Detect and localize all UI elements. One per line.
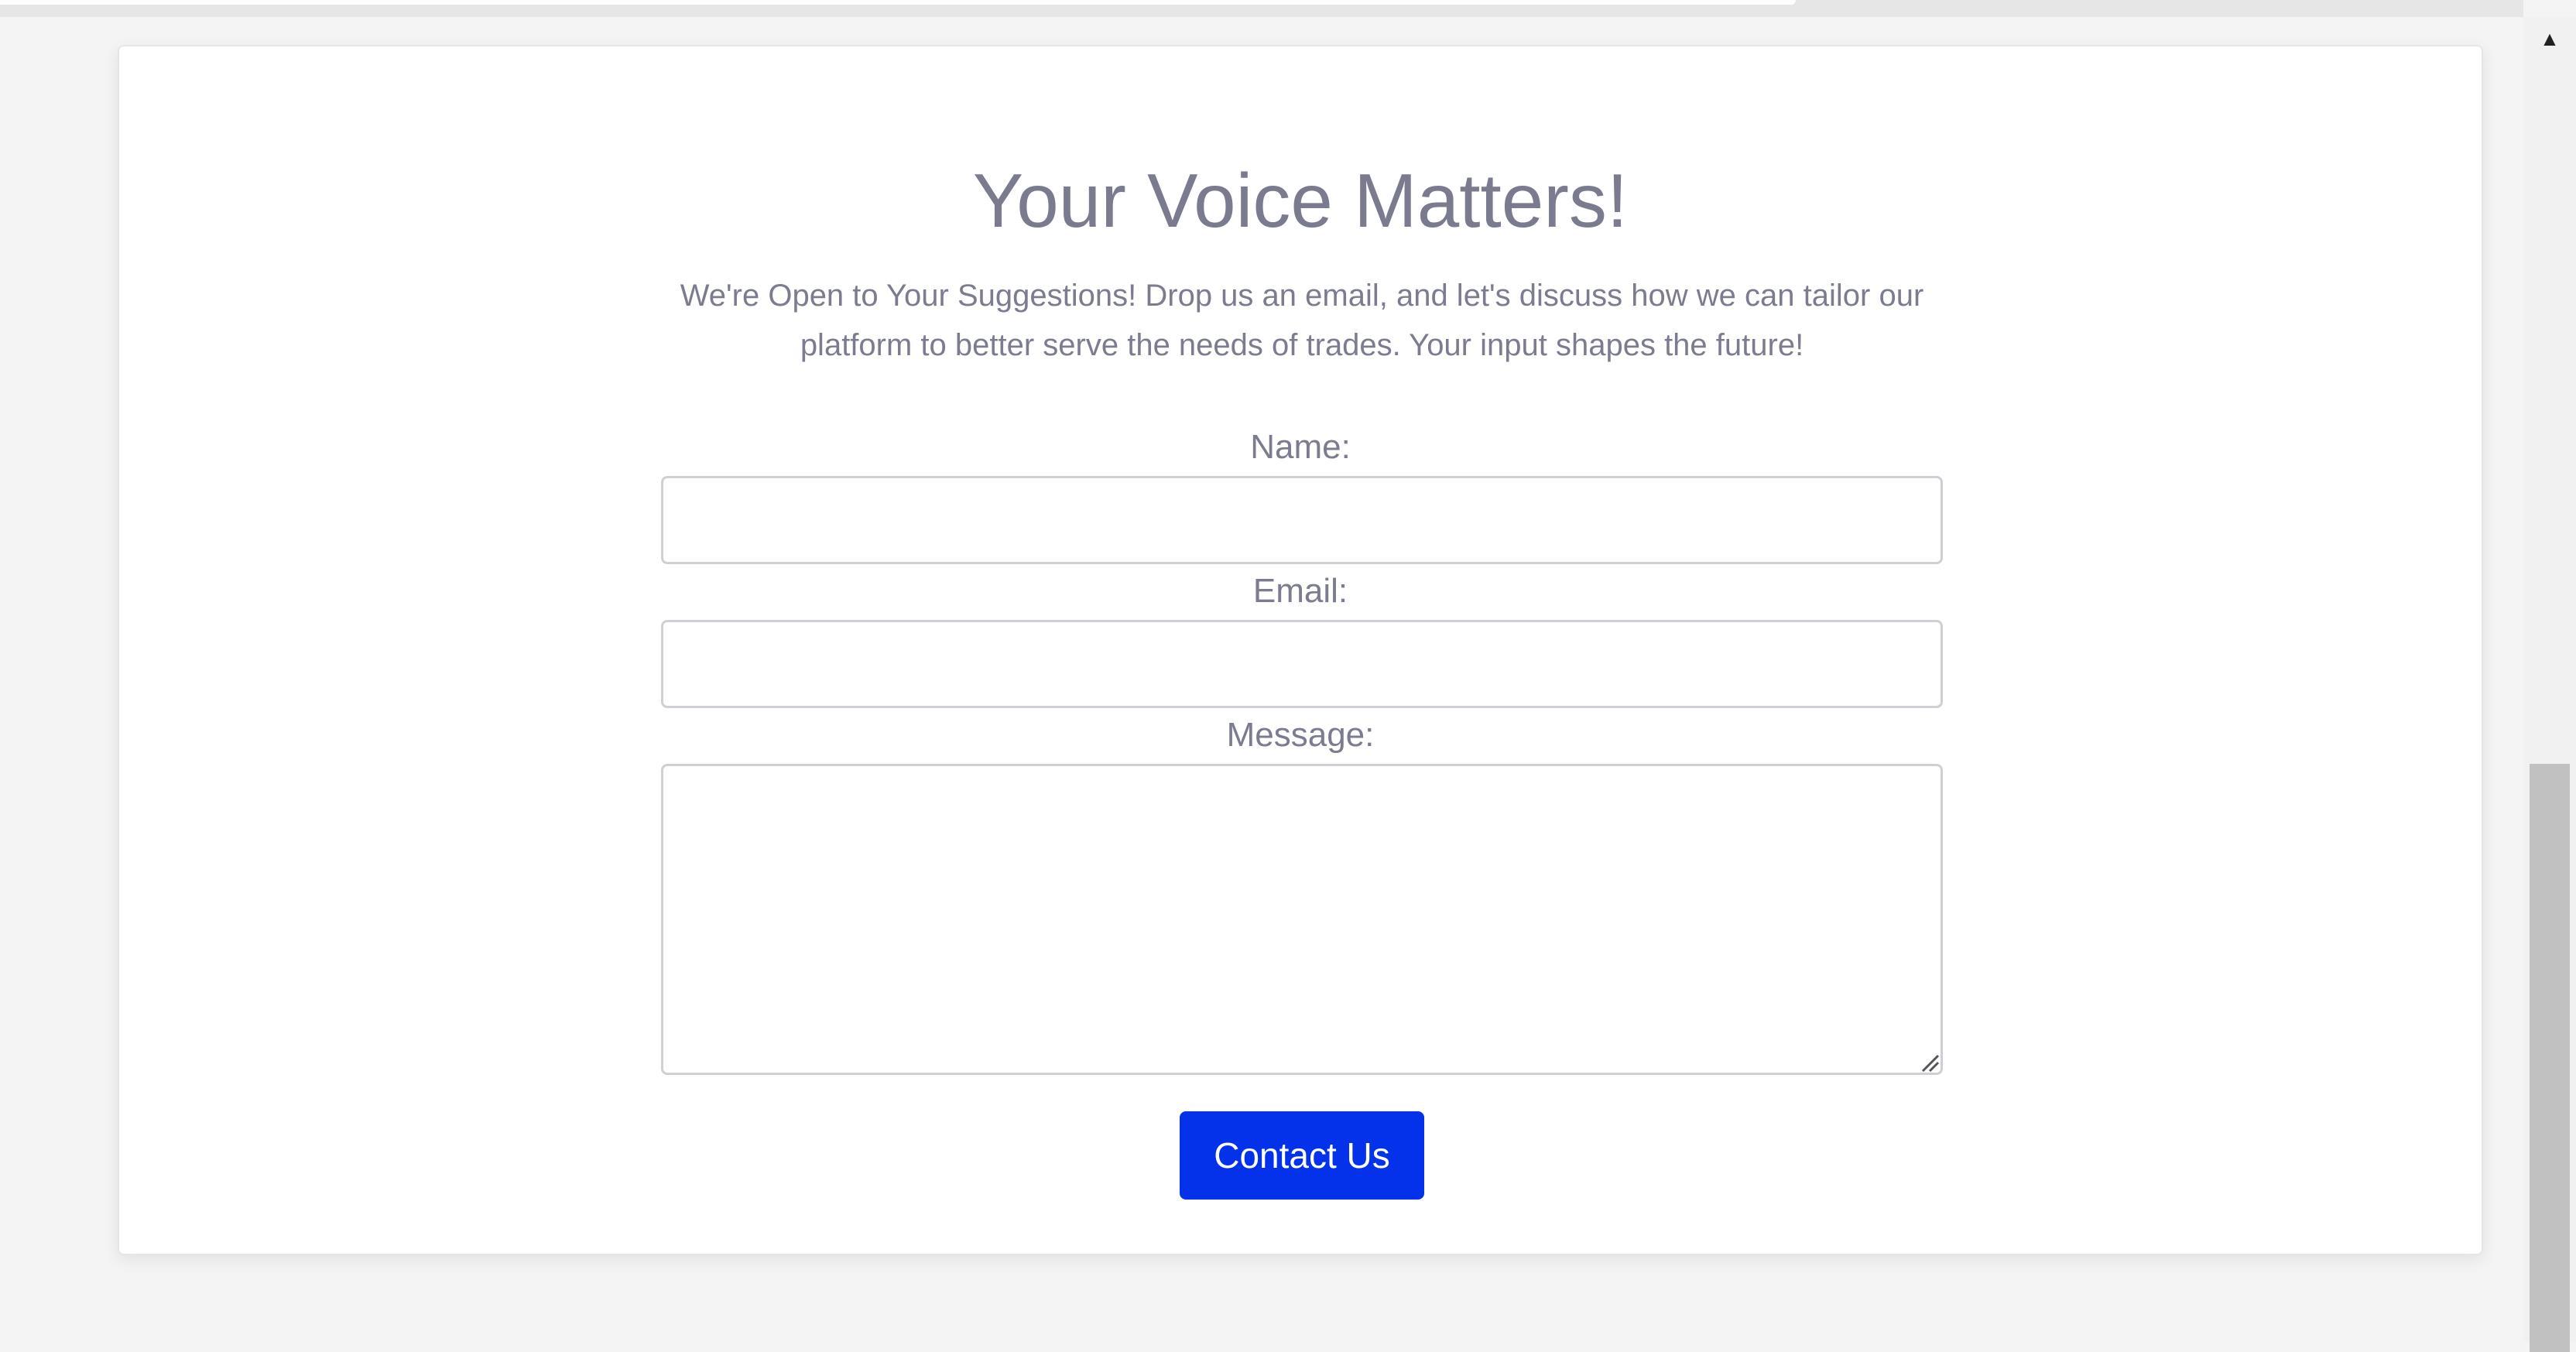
scroll-up-button[interactable]: ▲ (2523, 17, 2576, 60)
triangle-up-icon: ▲ (2540, 26, 2560, 50)
contact-us-button[interactable]: Contact Us (1180, 1111, 1424, 1200)
scroll-thumb[interactable] (2530, 764, 2570, 1352)
message-label: Message: (1226, 716, 1375, 754)
intro-text: We're Open to Your Suggestions! Drop us … (680, 279, 1924, 362)
top-strip-highlight (0, 0, 1796, 5)
contact-card: Your Voice Matters! We're Open to Your S… (118, 45, 2483, 1255)
name-label: Name: (1250, 428, 1351, 466)
email-input[interactable] (661, 620, 1943, 708)
page-title: Your Voice Matters! (972, 158, 1629, 243)
resize-grip-icon[interactable] (1918, 1051, 1940, 1073)
message-textarea[interactable] (661, 764, 1943, 1075)
browser-top-strip (0, 0, 2523, 17)
email-label: Email: (1252, 572, 1348, 610)
page-scrollbar[interactable]: ▲ (2523, 17, 2576, 1352)
name-input[interactable] (661, 476, 1943, 564)
